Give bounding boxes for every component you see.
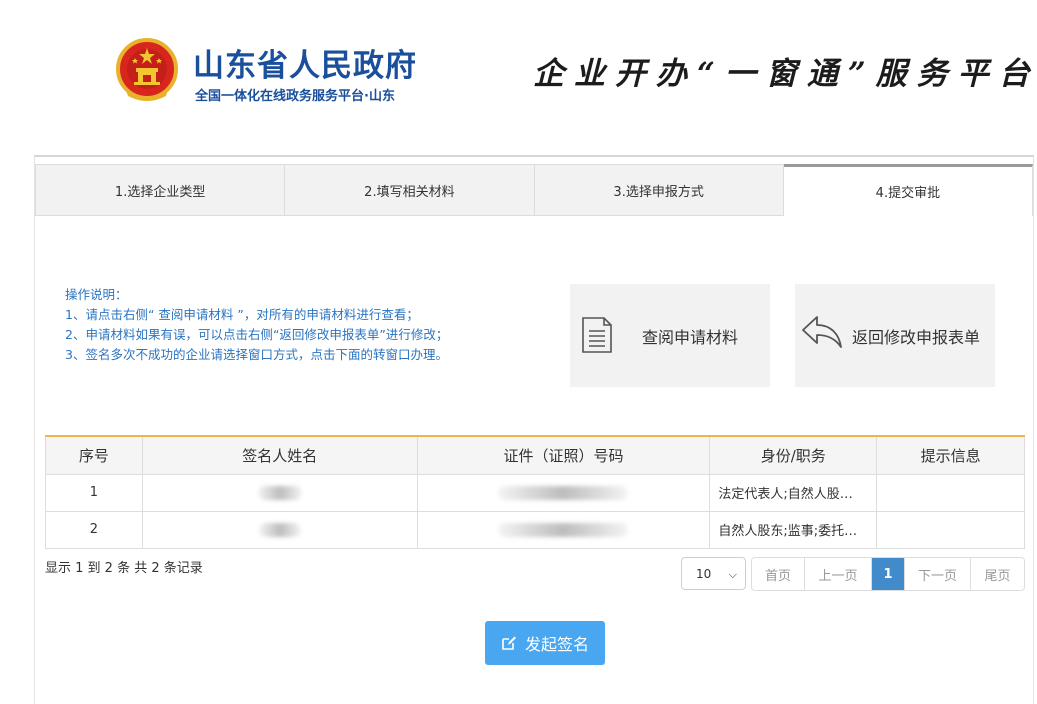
last-page-button[interactable]: 尾页 bbox=[971, 558, 1024, 590]
view-materials-button[interactable]: 查阅申请材料 bbox=[570, 284, 770, 387]
cell-tip bbox=[876, 510, 1025, 549]
next-page-button[interactable]: 下一页 bbox=[905, 558, 971, 590]
cell-tip bbox=[876, 473, 1025, 512]
page-size-value: 10 bbox=[696, 566, 712, 581]
step-tab-2[interactable]: 2.填写相关材料 bbox=[285, 164, 535, 216]
chevron-down-icon: ⌵ bbox=[728, 568, 737, 581]
step-tab-4[interactable]: 4.提交审批 bbox=[783, 164, 1033, 216]
current-page-button[interactable]: 1 bbox=[872, 558, 905, 590]
prev-page-button[interactable]: 上一页 bbox=[805, 558, 872, 590]
cell-name-redacted bbox=[141, 473, 418, 512]
col-header-role[interactable]: 身份/职务 bbox=[709, 435, 878, 475]
start-signing-button[interactable]: 发起签名 bbox=[485, 621, 605, 665]
gov-title: 山东省人民政府 bbox=[193, 48, 417, 84]
pagination: 首页 上一页 1 下一页 尾页 bbox=[751, 557, 1025, 591]
col-header-index[interactable]: 序号 bbox=[45, 435, 143, 475]
step-tabs: 1.选择企业类型 2.填写相关材料 3.选择申报方式 4.提交审批 bbox=[35, 164, 1033, 216]
table-row[interactable]: 2 自然人股东;监事;委托… bbox=[45, 510, 1025, 549]
table-header-row: 序号 签名人姓名 证件（证照）号码 身份/职务 提示信息 bbox=[45, 435, 1025, 475]
col-header-tip[interactable]: 提示信息 bbox=[876, 435, 1025, 475]
back-to-edit-label: 返回修改申报表单 bbox=[852, 328, 981, 347]
start-signing-label: 发起签名 bbox=[524, 635, 589, 654]
cell-name-redacted bbox=[141, 510, 418, 549]
signers-table-wrap: 序号 签名人姓名 证件（证照）号码 身份/职务 提示信息 1 法定代表人;自然人… bbox=[45, 435, 1025, 549]
cell-index: 1 bbox=[45, 473, 143, 512]
main-panel: 1.选择企业类型 2.填写相关材料 3.选择申报方式 4.提交审批 操作说明： … bbox=[34, 155, 1034, 704]
table-row[interactable]: 1 法定代表人;自然人股… bbox=[45, 473, 1025, 512]
col-header-name[interactable]: 签名人姓名 bbox=[141, 435, 418, 475]
instruction-line-1: 1、请点击右侧“ 查阅申请材料 ”，对所有的申请材料进行查看； bbox=[65, 307, 419, 322]
view-materials-label: 查阅申请材料 bbox=[642, 328, 739, 347]
page-size-select[interactable]: 10 ⌵ bbox=[681, 557, 746, 590]
platform-title: 企业开办“一窗通”服务平台 bbox=[533, 56, 1037, 92]
cell-id-redacted bbox=[416, 510, 711, 549]
first-page-button[interactable]: 首页 bbox=[752, 558, 805, 590]
step-tab-1[interactable]: 1.选择企业类型 bbox=[35, 164, 286, 216]
cell-id-redacted bbox=[416, 473, 711, 512]
record-info: 显示 1 到 2 条 共 2 条记录 bbox=[45, 561, 203, 576]
edit-icon bbox=[502, 636, 516, 650]
national-emblem-icon bbox=[116, 38, 178, 101]
cell-role: 自然人股东;监事;委托… bbox=[709, 510, 878, 549]
document-icon bbox=[582, 317, 612, 353]
step-tab-3[interactable]: 3.选择申报方式 bbox=[534, 164, 784, 216]
col-header-id[interactable]: 证件（证照）号码 bbox=[416, 435, 711, 475]
return-arrow-icon bbox=[802, 316, 842, 348]
gov-subtitle: 全国一体化在线政务服务平台·山东 bbox=[195, 89, 395, 104]
cell-role: 法定代表人;自然人股… bbox=[709, 473, 878, 512]
signers-table: 序号 签名人姓名 证件（证照）号码 身份/职务 提示信息 1 法定代表人;自然人… bbox=[45, 435, 1025, 549]
instruction-line-2: 2、申请材料如果有误，可以点击右侧“返回修改申报表单”进行修改； bbox=[65, 327, 449, 342]
instructions-title: 操作说明： bbox=[65, 287, 128, 302]
page-header: 山东省人民政府 全国一体化在线政务服务平台·山东 企业开办“一窗通”服务平台 bbox=[0, 0, 1037, 140]
instructions: 操作说明： 1、请点击右侧“ 查阅申请材料 ”，对所有的申请材料进行查看； 2、… bbox=[65, 285, 448, 365]
instruction-line-3: 3、签名多次不成功的企业请选择窗口方式，点击下面的转窗口办理。 bbox=[65, 347, 448, 362]
back-to-edit-button[interactable]: 返回修改申报表单 bbox=[795, 284, 995, 387]
cell-index: 2 bbox=[45, 510, 143, 549]
